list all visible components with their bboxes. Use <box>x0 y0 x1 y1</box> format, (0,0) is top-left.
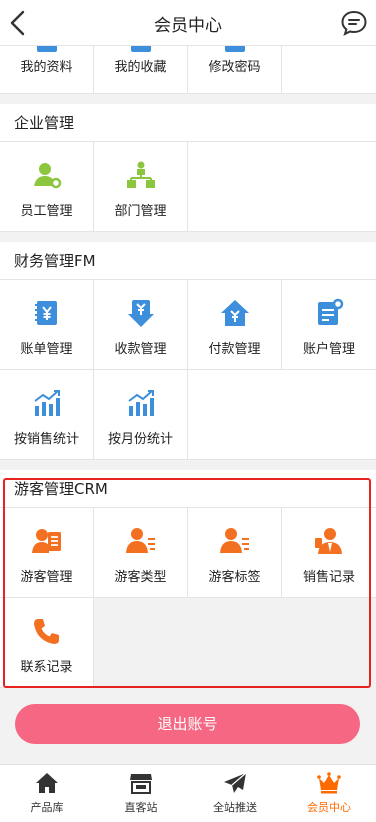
person-list-icon <box>125 528 155 553</box>
tab-direct-store[interactable]: 直客站 <box>94 765 188 822</box>
payment-house-icon <box>220 300 249 326</box>
tab-product-library-label: 产品库 <box>30 801 64 814</box>
employee-gear-icon <box>33 163 61 189</box>
account-management-label: 账户管理 <box>302 342 355 357</box>
finance-section: 财务管理FM 账单管理 收款管理 付款管理 账户管理 按销售统计 按月份统计 <box>0 242 376 460</box>
monthly-statistics-label: 按月份统计 <box>107 432 173 447</box>
top-bar: 会员中心 <box>0 0 376 46</box>
my-favorites-label: 我的收藏 <box>114 60 167 75</box>
receipt-management-label: 收款管理 <box>114 342 167 357</box>
crm-title: 游客管理CRM <box>0 470 376 508</box>
chat-bubble-icon[interactable] <box>340 9 368 37</box>
visitor-card-icon <box>31 529 61 553</box>
contact-record-label: 联系记录 <box>20 660 73 675</box>
receive-yen-icon <box>127 300 154 327</box>
account-doc-gear-icon <box>318 298 344 325</box>
sales-statistics-item[interactable]: 按销售统计 <box>0 370 94 460</box>
tab-direct-store-label: 直客站 <box>124 801 158 814</box>
crm-section: 游客管理CRM 游客管理 游客类型 游客标签 销售记录 联系记录 <box>0 470 376 688</box>
visitor-management-item[interactable]: 游客管理 <box>0 508 94 598</box>
visitor-management-label: 游客管理 <box>20 570 73 585</box>
department-management-item[interactable]: 部门管理 <box>94 142 188 232</box>
bottom-tab-bar: 产品库 直客站 全站推送 会员中心 <box>0 764 376 822</box>
account-management-item[interactable]: 账户管理 <box>282 280 376 370</box>
tab-member-center-label: 会员中心 <box>307 801 351 814</box>
sales-person-icon <box>315 528 342 554</box>
house-icon <box>36 773 58 793</box>
tab-product-library[interactable]: 产品库 <box>0 765 94 822</box>
person-list-icon <box>219 528 249 553</box>
tab-site-push-label: 全站推送 <box>213 801 257 814</box>
tab-site-push[interactable]: 全站推送 <box>188 765 282 822</box>
paper-plane-icon <box>224 772 247 793</box>
bar-chart-trend-icon <box>33 390 60 416</box>
sales-statistics-label: 按销售统计 <box>13 432 79 447</box>
employee-management-item[interactable]: 员工管理 <box>0 142 94 232</box>
finance-title: 财务管理FM <box>0 242 376 280</box>
bill-management-label: 账单管理 <box>20 342 73 357</box>
bar-chart-trend-icon <box>127 390 154 416</box>
phone-icon <box>33 619 59 644</box>
org-chart-icon <box>126 161 155 188</box>
storefront-icon <box>130 774 152 794</box>
bill-management-item[interactable]: 账单管理 <box>0 280 94 370</box>
receipt-management-item[interactable]: 收款管理 <box>94 280 188 370</box>
contact-record-item[interactable]: 联系记录 <box>0 598 94 688</box>
empty-cell <box>188 370 376 460</box>
my-profile-label: 我的资料 <box>20 60 73 75</box>
payment-management-item[interactable]: 付款管理 <box>188 280 282 370</box>
crown-icon <box>317 772 341 794</box>
visitor-type-item[interactable]: 游客类型 <box>94 508 188 598</box>
page-title: 会员中心 <box>154 16 222 36</box>
empty-cell <box>188 142 376 232</box>
content-scroll[interactable]: 我的资料 我的收藏 修改密码 企业管理 员工管理 部门管理 财务管理FM 账单管… <box>0 0 376 764</box>
monthly-statistics-item[interactable]: 按月份统计 <box>94 370 188 460</box>
logout-button[interactable]: 退出账号 <box>15 704 360 744</box>
enterprise-title: 企业管理 <box>0 104 376 142</box>
bill-yen-icon <box>34 301 57 325</box>
enterprise-section: 企业管理 员工管理 部门管理 <box>0 104 376 232</box>
empty-area <box>94 598 376 688</box>
visitor-tag-label: 游客标签 <box>208 570 261 585</box>
sales-record-label: 销售记录 <box>302 570 355 585</box>
employee-management-label: 员工管理 <box>20 204 73 219</box>
department-management-label: 部门管理 <box>114 204 167 219</box>
visitor-type-label: 游客类型 <box>114 570 167 585</box>
payment-management-label: 付款管理 <box>208 342 261 357</box>
visitor-tag-item[interactable]: 游客标签 <box>188 508 282 598</box>
tab-member-center[interactable]: 会员中心 <box>282 765 376 822</box>
change-password-label: 修改密码 <box>208 60 261 75</box>
sales-record-item[interactable]: 销售记录 <box>282 508 376 598</box>
